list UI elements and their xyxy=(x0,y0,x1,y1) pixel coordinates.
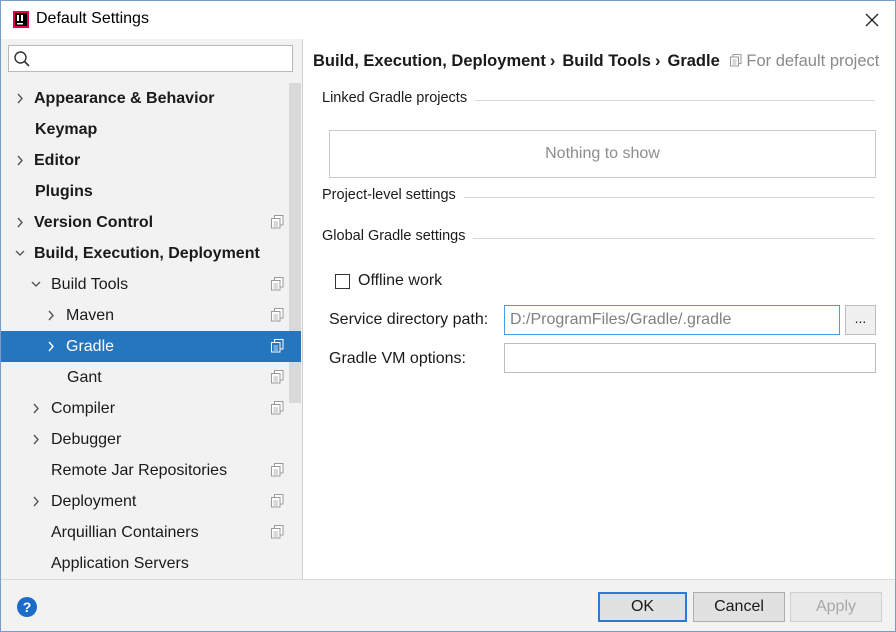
copy-icon xyxy=(271,308,284,322)
tree-item-build-tools[interactable]: Build Tools xyxy=(1,269,289,300)
close-icon xyxy=(865,13,879,27)
tree-item-label: Version Control xyxy=(34,214,154,231)
dialog-footer: ? OK Cancel Apply xyxy=(1,579,895,631)
tree-item-arquillian-containers[interactable]: Arquillian Containers xyxy=(1,517,289,548)
tree-item-keymap[interactable]: Keymap xyxy=(1,114,289,145)
search-input[interactable] xyxy=(8,45,293,72)
breadcrumb-separator: › xyxy=(549,52,556,70)
title-bar: Default Settings xyxy=(1,1,895,39)
tree-item-debugger[interactable]: Debugger xyxy=(1,424,289,455)
tree-item-label: Application Servers xyxy=(51,555,189,572)
tree-item-label: Plugins xyxy=(35,183,93,200)
tree-item-gradle[interactable]: Gradle xyxy=(1,331,301,362)
window-title: Default Settings xyxy=(36,10,149,27)
section-global: Global Gradle settings xyxy=(322,228,875,248)
tree-item-label: Arquillian Containers xyxy=(51,524,199,541)
breadcrumb: Build, Execution, Deployment › Build Tools… xyxy=(313,52,879,71)
linked-projects-list[interactable]: Nothing to show xyxy=(329,130,876,178)
tree-item-label: Deployment xyxy=(51,493,137,510)
chevron-right-icon[interactable] xyxy=(46,309,56,322)
tree-item-label: Gradle xyxy=(66,338,115,355)
chevron-right-icon[interactable] xyxy=(31,433,41,446)
tree-item-remote-jar-repositories[interactable]: Remote Jar Repositories xyxy=(1,455,289,486)
copy-icon xyxy=(271,525,284,539)
settings-content: Build, Execution, Deployment › Build Tools… xyxy=(303,39,895,579)
chevron-right-icon[interactable] xyxy=(31,402,41,415)
default-project-note: For default project xyxy=(730,52,879,70)
tree-item-label: Appearance & Behavior xyxy=(34,90,215,107)
chevron-down-icon[interactable] xyxy=(15,247,25,260)
chevron-right-icon[interactable] xyxy=(15,92,25,105)
section-title: Global Gradle settings xyxy=(322,228,474,244)
breadcrumb-item: Build, Execution, Deployment xyxy=(313,52,546,70)
tree-item-label: Build Tools xyxy=(51,276,129,293)
ok-button[interactable]: OK xyxy=(598,592,687,622)
copy-icon xyxy=(271,463,284,477)
tree-item-appearance-behavior[interactable]: Appearance & Behavior xyxy=(1,83,289,114)
chevron-right-icon[interactable] xyxy=(15,154,25,167)
breadcrumb-item: Gradle xyxy=(667,52,720,70)
offline-work-label[interactable]: Offline work xyxy=(358,272,442,290)
tree-item-label: Remote Jar Repositories xyxy=(51,462,228,479)
copy-icon xyxy=(271,215,284,229)
vm-options-label: Gradle VM options: xyxy=(329,350,466,367)
tree-item-label: Compiler xyxy=(51,400,116,417)
tree-item-label: Maven xyxy=(66,307,115,324)
chevron-right-icon[interactable] xyxy=(15,216,25,229)
tree-item-label: Keymap xyxy=(35,121,98,138)
close-button[interactable] xyxy=(849,1,895,39)
copy-icon xyxy=(271,370,284,384)
copy-icon xyxy=(271,339,284,353)
copy-icon xyxy=(271,401,284,415)
tree-item-application-servers[interactable]: Application Servers xyxy=(1,548,289,579)
breadcrumb-separator: › xyxy=(654,52,661,70)
tree-item-plugins[interactable]: Plugins xyxy=(1,176,289,207)
tree-item-maven[interactable]: Maven xyxy=(1,300,289,331)
tree-item-build-execution-deployment[interactable]: Build, Execution, Deployment xyxy=(1,238,289,269)
tree-item-label: Gant xyxy=(67,369,102,386)
settings-window: Default Settings Appearance & Behavior Ke… xyxy=(0,0,896,632)
tree-item-deployment[interactable]: Deployment xyxy=(1,486,289,517)
tree-item-gant[interactable]: Gant xyxy=(1,362,289,393)
tree-item-label: Build, Execution, Deployment xyxy=(34,245,260,262)
breadcrumb-item: Build Tools xyxy=(562,52,651,70)
apply-button[interactable]: Apply xyxy=(790,592,882,622)
intellij-app-icon xyxy=(13,11,29,28)
tree-item-label: Debugger xyxy=(51,431,122,448)
tree-item-version-control[interactable]: Version Control xyxy=(1,207,289,238)
cancel-button[interactable]: Cancel xyxy=(693,592,785,622)
help-button[interactable]: ? xyxy=(17,597,37,617)
chevron-right-icon[interactable] xyxy=(31,495,41,508)
copy-icon xyxy=(271,494,284,508)
settings-sidebar: Appearance & Behavior Keymap Editor Plugins… xyxy=(1,39,303,579)
chevron-right-icon[interactable] xyxy=(46,340,56,353)
section-project-level: Project-level settings xyxy=(322,187,875,207)
empty-list-text: Nothing to show xyxy=(545,145,660,162)
copy-icon xyxy=(271,277,284,291)
section-title: Project-level settings xyxy=(322,187,464,203)
copy-icon xyxy=(730,54,742,67)
search-icon xyxy=(14,51,30,67)
section-title: Linked Gradle projects xyxy=(322,90,476,106)
tree-item-compiler[interactable]: Compiler xyxy=(1,393,289,424)
default-project-label: For default project xyxy=(746,52,880,70)
service-directory-input[interactable] xyxy=(504,305,840,335)
chevron-down-icon[interactable] xyxy=(31,278,41,291)
tree-item-label: Editor xyxy=(34,152,81,169)
service-directory-label: Service directory path: xyxy=(329,311,489,328)
offline-work-checkbox[interactable] xyxy=(335,274,350,289)
tree-item-editor[interactable]: Editor xyxy=(1,145,289,176)
section-linked-projects: Linked Gradle projects xyxy=(322,90,875,110)
browse-button[interactable]: ... xyxy=(845,305,876,335)
vm-options-input[interactable] xyxy=(504,343,876,373)
